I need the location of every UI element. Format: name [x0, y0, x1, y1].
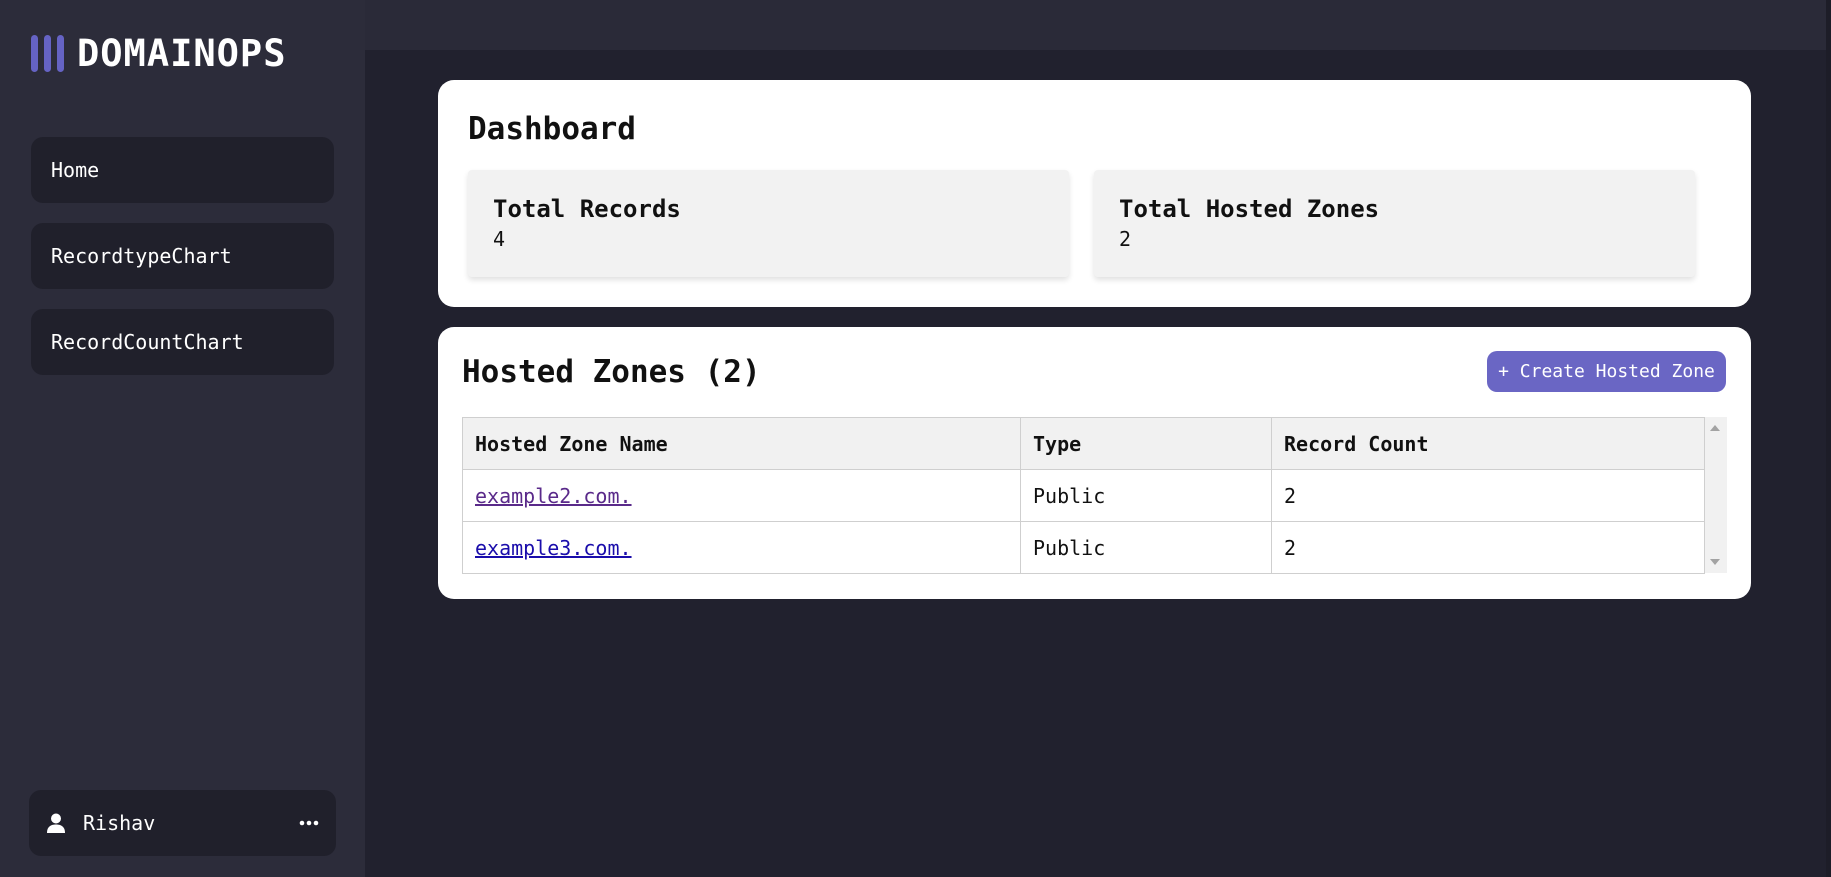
table-header-row: Hosted Zone Name Type Record Count [462, 417, 1705, 470]
column-header-name: Hosted Zone Name [462, 417, 1021, 470]
logo-bars-icon [31, 34, 64, 72]
sidebar-item-recordtype-chart[interactable]: RecordtypeChart [31, 223, 334, 289]
table-cell: example3.com. [462, 521, 1021, 574]
stat-card-total-hosted-zones: Total Hosted Zones 2 [1094, 170, 1695, 277]
hosted-zones-table: Hosted Zone Name Type Record Count examp… [462, 417, 1705, 574]
scroll-down-icon[interactable] [1710, 559, 1720, 565]
table-cell: 2 [1271, 521, 1705, 574]
sidebar-item-label: Home [51, 158, 100, 182]
column-header-type: Type [1020, 417, 1272, 470]
stat-value: 2 [1119, 227, 1132, 251]
page-scrollbar[interactable] [1826, 0, 1831, 877]
stat-value: 4 [493, 227, 506, 251]
table-cell: example2.com. [462, 469, 1021, 522]
hosted-zone-link[interactable]: example2.com. [475, 484, 632, 508]
sidebar-item-home[interactable]: Home [31, 137, 334, 203]
user-name: Rishav [83, 811, 156, 835]
column-header-record-count: Record Count [1271, 417, 1705, 470]
scroll-up-icon[interactable] [1710, 425, 1720, 431]
stat-label: Total Records [493, 195, 681, 223]
hosted-zones-table-container: Hosted Zone Name Type Record Count examp… [462, 417, 1727, 574]
table-cell: Public [1020, 469, 1272, 522]
page-title: Dashboard [468, 111, 636, 147]
hosted-zones-card: Hosted Zones (2) + Create Hosted Zone Ho… [438, 327, 1751, 599]
dashboard-card: Dashboard Total Records 4 Total Hosted Z… [438, 80, 1751, 307]
sidebar-item-label: RecordCountChart [51, 330, 244, 354]
brand-name: DOMAINOPS [77, 31, 287, 75]
stat-card-total-records: Total Records 4 [468, 170, 1069, 277]
table-cell: Public [1020, 521, 1272, 574]
section-title: Hosted Zones (2) [462, 354, 761, 390]
table-row: example3.com. Public 2 [462, 521, 1705, 574]
table-cell: 2 [1271, 469, 1705, 522]
logo[interactable]: DOMAINOPS [31, 31, 287, 75]
sidebar: DOMAINOPS Home RecordtypeChart RecordCou… [0, 0, 365, 877]
stat-label: Total Hosted Zones [1119, 195, 1380, 223]
hosted-zone-link[interactable]: example3.com. [475, 536, 632, 560]
create-hosted-zone-button[interactable]: + Create Hosted Zone [1487, 351, 1726, 392]
app-window: DOMAINOPS Home RecordtypeChart RecordCou… [0, 0, 1831, 877]
table-scrollbar[interactable] [1705, 417, 1727, 573]
sidebar-item-label: RecordtypeChart [51, 244, 232, 268]
more-dots-icon[interactable] [298, 812, 320, 834]
user-panel[interactable]: Rishav [29, 790, 336, 856]
table-row: example2.com. Public 2 [462, 469, 1705, 522]
sidebar-item-recordcount-chart[interactable]: RecordCountChart [31, 309, 334, 375]
user-icon [45, 812, 67, 834]
